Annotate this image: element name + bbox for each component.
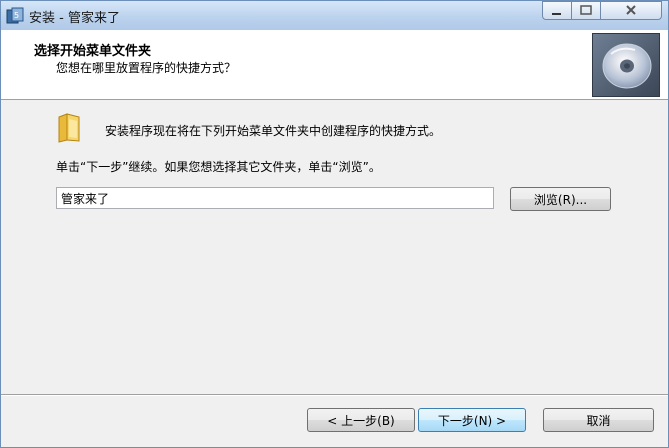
page-subtitle: 您想在哪里放置程序的快捷方式？ <box>56 61 237 75</box>
close-button[interactable] <box>600 1 662 20</box>
cd-disc-icon <box>592 33 660 97</box>
wizard-header: 选择开始菜单文件夹 您想在哪里放置程序的快捷方式？ <box>1 30 668 100</box>
installer-app-icon: 5 <box>6 7 24 24</box>
window-title: 安装 - 管家来了 <box>29 11 120 26</box>
back-button[interactable]: < 上一步(B) <box>307 408 415 432</box>
title-bar[interactable]: 5 安装 - 管家来了 <box>1 1 668 30</box>
page-title: 选择开始菜单文件夹 <box>34 44 152 59</box>
instruction-text: 单击“下一步”继续。如果您想选择其它文件夹，单击“浏览”。 <box>56 160 381 174</box>
browse-button[interactable]: 浏览(R)... <box>510 187 611 211</box>
svg-text:5: 5 <box>14 11 19 20</box>
start-menu-folder-input[interactable] <box>56 187 494 209</box>
cancel-button[interactable]: 取消 <box>543 408 654 432</box>
folder-icon <box>56 113 82 143</box>
maximize-button[interactable] <box>571 1 601 20</box>
info-text: 安装程序现在将在下列开始菜单文件夹中创建程序的快捷方式。 <box>105 124 442 138</box>
footer-divider <box>1 394 668 396</box>
installer-window: 5 安装 - 管家来了 选择开始菜单文件夹 您想在哪里放置程序的快捷方式？ 安装… <box>0 0 669 448</box>
minimize-button[interactable] <box>542 1 572 20</box>
next-button[interactable]: 下一步(N) > <box>418 408 526 432</box>
